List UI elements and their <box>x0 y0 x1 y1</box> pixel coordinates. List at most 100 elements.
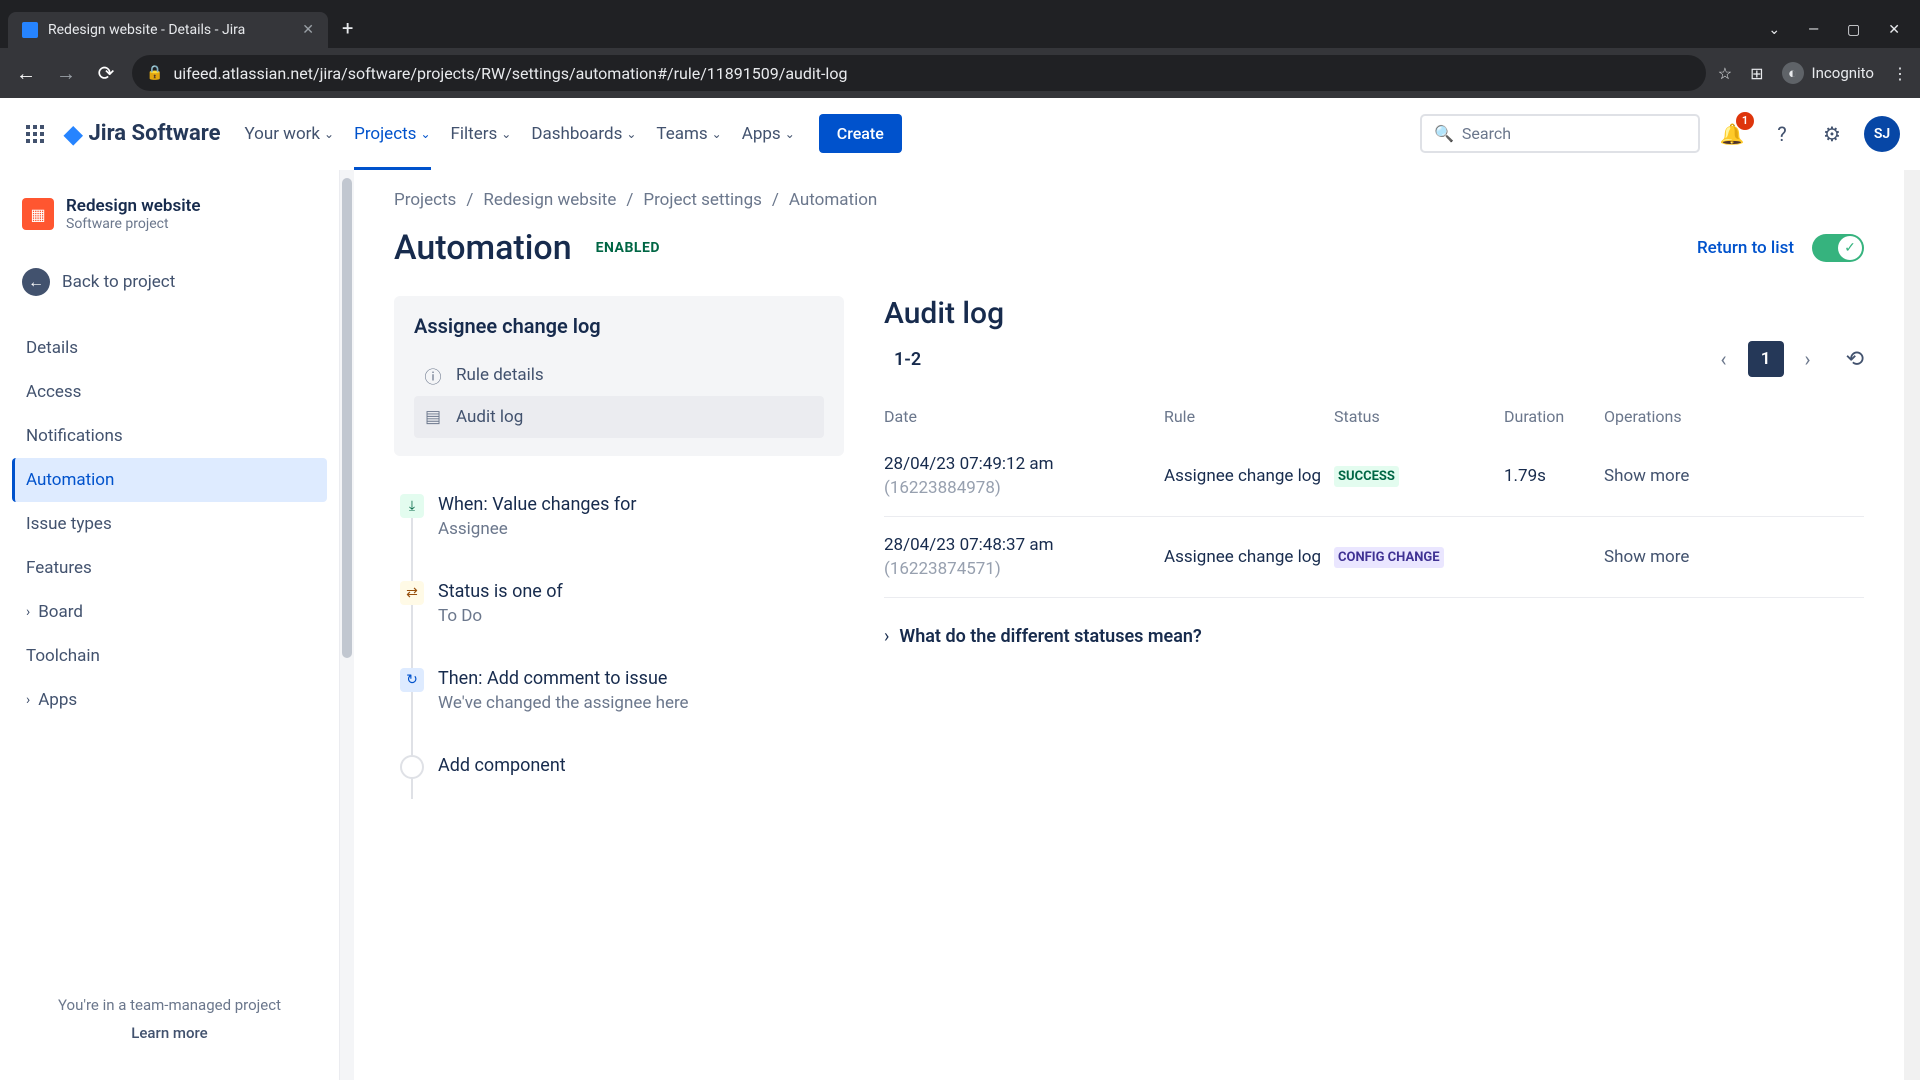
rule-name: Assignee change log <box>414 314 824 338</box>
return-to-list-link[interactable]: Return to list <box>1697 238 1794 258</box>
audit-log-title: Audit log <box>884 296 1864 331</box>
audit-id: (16223874571) <box>884 559 1164 579</box>
timeline-step-trigger[interactable]: ⤓When: Value changes forAssignee <box>400 482 844 569</box>
breadcrumb-projects[interactable]: Projects <box>394 190 456 210</box>
chevron-down-icon: ⌄ <box>785 127 795 141</box>
sidebar-item-toolchain[interactable]: Toolchain <box>12 634 327 678</box>
chevron-down-icon: ⌄ <box>501 127 511 141</box>
audit-table-header: Date Rule Status Duration Operations <box>884 397 1864 436</box>
extensions-icon[interactable]: ⊞ <box>1750 64 1763 83</box>
audit-row: 28/04/23 07:49:12 am (16223884978)Assigne… <box>884 436 1864 517</box>
timeline-step-act[interactable]: ↻Then: Add comment to issueWe've changed… <box>400 656 844 743</box>
create-button[interactable]: Create <box>819 114 902 153</box>
page-1-button[interactable]: 1 <box>1748 341 1784 377</box>
close-window-icon[interactable]: ✕ <box>1888 22 1900 38</box>
notifications-icon[interactable]: 🔔1 <box>1714 116 1750 152</box>
nav-your-work[interactable]: Your work⌄ <box>234 116 344 152</box>
sidebar-item-apps[interactable]: ›Apps <box>12 678 327 722</box>
nav-projects[interactable]: Projects⌄ <box>344 116 440 152</box>
tabs-dropdown-icon[interactable]: ⌄ <box>1768 22 1780 38</box>
audit-rule: Assignee change log <box>1164 466 1334 486</box>
col-status: Status <box>1334 407 1504 426</box>
app-switcher-icon[interactable] <box>20 119 50 149</box>
timeline-step-cond[interactable]: ⇄Status is one ofTo Do <box>400 569 844 656</box>
sidebar-learn-more[interactable]: Learn more <box>22 1024 317 1042</box>
rule-nav-audit-log[interactable]: ▤Audit log <box>414 396 824 438</box>
new-tab-button[interactable]: + <box>328 8 367 48</box>
status-help-disclosure[interactable]: › What do the different statuses mean? <box>884 626 1864 647</box>
nav-filters[interactable]: Filters⌄ <box>441 116 522 152</box>
rule-nav-icon: ▤ <box>422 406 444 428</box>
audit-duration: 1.79s <box>1504 466 1604 486</box>
search-icon: 🔍 <box>1434 124 1454 143</box>
prev-page-button[interactable]: ‹ <box>1706 341 1742 377</box>
notification-badge: 1 <box>1736 112 1754 130</box>
sidebar-item-details[interactable]: Details <box>12 326 327 370</box>
browser-menu-icon[interactable]: ⋮ <box>1892 64 1908 83</box>
tab-title: Redesign website - Details - Jira <box>48 22 292 38</box>
col-operations: Operations <box>1604 407 1864 426</box>
address-bar: ← → ⟳ 🔒 uifeed.atlassian.net/jira/softwa… <box>0 48 1920 98</box>
rule-nav-rule-details[interactable]: ⓘRule details <box>414 354 824 396</box>
chevron-down-icon: ⌄ <box>324 127 334 141</box>
trigger-icon: ⤓ <box>400 494 424 518</box>
reload-button[interactable]: ⟳ <box>92 61 120 85</box>
show-more-link[interactable]: Show more <box>1604 466 1689 486</box>
project-header[interactable]: ▦ Redesign website Software project <box>12 190 327 238</box>
back-button[interactable]: ← <box>12 61 40 86</box>
audit-id: (16223884978) <box>884 478 1164 498</box>
help-icon[interactable]: ? <box>1764 116 1800 152</box>
audit-timestamp: 28/04/23 07:49:12 am <box>884 454 1164 474</box>
avatar[interactable]: SJ <box>1864 116 1900 152</box>
nav-apps[interactable]: Apps⌄ <box>732 116 805 152</box>
sidebar-item-access[interactable]: Access <box>12 370 327 414</box>
sidebar-item-issue-types[interactable]: Issue types <box>12 502 327 546</box>
sidebar-item-board[interactable]: ›Board <box>12 590 327 634</box>
chevron-down-icon: ⌄ <box>420 127 430 141</box>
rule-card: Assignee change log ⓘRule details▤Audit … <box>394 296 844 456</box>
rule-enabled-toggle[interactable]: ✓ <box>1812 234 1864 262</box>
top-nav: ◆ Jira Software Your work⌄Projects⌄Filte… <box>0 98 1920 170</box>
chevron-right-icon: › <box>884 626 889 647</box>
add-icon <box>400 755 424 779</box>
timeline-step-add[interactable]: Add component <box>400 743 844 809</box>
window-controls: ⌄ ― ▢ ✕ <box>1748 22 1920 48</box>
search-input[interactable]: 🔍 Search <box>1420 114 1700 153</box>
jira-logo-icon: ◆ <box>64 120 82 148</box>
back-to-project[interactable]: ← Back to project <box>12 254 327 310</box>
nav-dashboards[interactable]: Dashboards⌄ <box>521 116 646 152</box>
show-more-link[interactable]: Show more <box>1604 547 1689 567</box>
sidebar-item-notifications[interactable]: Notifications <box>12 414 327 458</box>
project-name: Redesign website <box>66 196 201 216</box>
back-arrow-icon: ← <box>22 268 50 296</box>
forward-button[interactable]: → <box>52 61 80 86</box>
next-page-button[interactable]: › <box>1790 341 1826 377</box>
incognito-badge[interactable]: ◐ Incognito <box>1782 62 1874 84</box>
jira-favicon <box>22 22 38 38</box>
sidebar-item-features[interactable]: Features <box>12 546 327 590</box>
maximize-icon[interactable]: ▢ <box>1847 22 1860 38</box>
lock-icon: 🔒 <box>146 65 163 81</box>
cond-icon: ⇄ <box>400 581 424 605</box>
sidebar-footer-text: You're in a team-managed project <box>22 996 317 1014</box>
sidebar-item-automation[interactable]: Automation <box>12 458 327 502</box>
close-tab-icon[interactable]: ✕ <box>302 22 314 38</box>
refresh-icon[interactable]: ⟲ <box>1846 347 1864 372</box>
browser-tab[interactable]: Redesign website - Details - Jira ✕ <box>8 12 328 48</box>
breadcrumb-automation[interactable]: Automation <box>789 190 877 210</box>
breadcrumb-project-settings[interactable]: Project settings <box>643 190 762 210</box>
sidebar-scrollbar[interactable] <box>340 170 354 1080</box>
audit-timestamp: 28/04/23 07:48:37 am <box>884 535 1164 555</box>
rule-status-label: ENABLED <box>596 240 660 256</box>
minimize-icon[interactable]: ― <box>1808 22 1819 38</box>
nav-teams[interactable]: Teams⌄ <box>646 116 731 152</box>
browser-tab-bar: Redesign website - Details - Jira ✕ + ⌄ … <box>0 0 1920 48</box>
bookmark-icon[interactable]: ☆ <box>1718 64 1732 83</box>
project-type: Software project <box>66 216 201 232</box>
url-field[interactable]: 🔒 uifeed.atlassian.net/jira/software/pro… <box>132 55 1706 91</box>
breadcrumb-redesign-website[interactable]: Redesign website <box>483 190 616 210</box>
settings-icon[interactable]: ⚙ <box>1814 116 1850 152</box>
page-scrollbar[interactable] <box>1904 170 1920 1080</box>
sidebar: ▦ Redesign website Software project ← Ba… <box>0 170 340 1080</box>
jira-logo[interactable]: ◆ Jira Software <box>64 120 220 148</box>
